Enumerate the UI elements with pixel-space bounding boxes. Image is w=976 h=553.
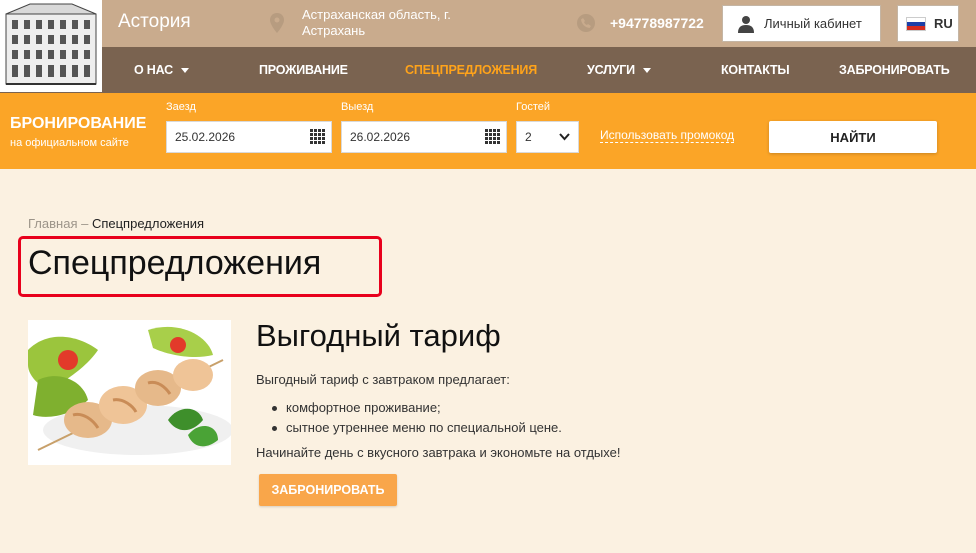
chevron-down-icon bbox=[559, 133, 570, 141]
list-item: комфортное проживание; bbox=[272, 398, 562, 418]
checkin-date-field[interactable]: 25.02.2026 bbox=[166, 121, 332, 153]
location-pin-icon bbox=[270, 13, 284, 33]
booking-bar: БРОНИРОВАНИЕ на официальном сайте Заезд … bbox=[0, 93, 976, 169]
offer-intro: Выгодный тариф с завтраком предлагает: bbox=[256, 372, 510, 387]
guests-select[interactable]: 2 bbox=[516, 121, 579, 153]
personal-cabinet-label: Личный кабинет bbox=[764, 16, 862, 31]
personal-cabinet-button[interactable]: Личный кабинет bbox=[722, 5, 881, 42]
nav-item-about[interactable]: О НАС bbox=[134, 47, 189, 93]
checkout-date-field[interactable]: 26.02.2026 bbox=[341, 121, 507, 153]
nav-item-contacts[interactable]: КОНТАКТЫ bbox=[721, 47, 790, 93]
offer-outro: Начинайте день с вкусного завтрака и эко… bbox=[256, 445, 621, 460]
list-item: сытное утреннее меню по специальной цене… bbox=[272, 418, 562, 438]
language-label: RU bbox=[934, 16, 953, 31]
breadcrumb-home-link[interactable]: Главная bbox=[28, 216, 77, 231]
main-nav: О НАС ПРОЖИВАНИЕ СПЕЦПРЕДЛОЖЕНИЯ УСЛУГИ … bbox=[0, 47, 976, 93]
offer-title: Выгодный тариф bbox=[256, 318, 501, 353]
find-button[interactable]: НАЙТИ bbox=[769, 121, 937, 153]
chevron-down-icon bbox=[180, 67, 189, 73]
offer-image bbox=[28, 320, 231, 465]
checkin-label: Заезд bbox=[166, 101, 196, 113]
calendar-icon[interactable] bbox=[310, 129, 325, 144]
chevron-down-icon bbox=[642, 67, 651, 73]
top-header: Астория Астраханская область, г. Астраха… bbox=[0, 0, 976, 92]
book-offer-button[interactable]: ЗАБРОНИРОВАТЬ bbox=[259, 474, 397, 506]
promo-code-link[interactable]: Использовать промокод bbox=[600, 128, 735, 143]
booking-subtitle: на официальном сайте bbox=[10, 137, 129, 149]
language-switcher[interactable]: RU bbox=[897, 5, 959, 42]
nav-item-accommodation[interactable]: ПРОЖИВАНИЕ bbox=[259, 47, 348, 93]
breadcrumb-separator: – bbox=[77, 216, 92, 231]
page-title: Спецпредложения bbox=[28, 244, 322, 282]
breadcrumb-current: Спецпредложения bbox=[91, 216, 205, 231]
breadcrumb: Главная – Спецпредложения bbox=[28, 216, 204, 231]
hotel-address: Астраханская область, г. Астрахань bbox=[302, 7, 451, 38]
offer-benefits-list: комфортное проживание; сытное утреннее м… bbox=[272, 398, 562, 438]
phone-number[interactable]: +94778987722 bbox=[610, 15, 704, 31]
hotel-name: Астория bbox=[118, 11, 191, 32]
checkout-label: Выезд bbox=[341, 101, 374, 113]
nav-item-services[interactable]: УСЛУГИ bbox=[587, 47, 651, 93]
hotel-logo[interactable] bbox=[0, 0, 102, 92]
calendar-icon[interactable] bbox=[485, 129, 500, 144]
booking-title: БРОНИРОВАНИЕ bbox=[10, 115, 147, 132]
guests-label: Гостей bbox=[516, 101, 551, 113]
phone-icon bbox=[577, 14, 595, 32]
user-icon bbox=[738, 15, 754, 33]
nav-item-book[interactable]: ЗАБРОНИРОВАТЬ bbox=[839, 47, 950, 93]
russian-flag-icon bbox=[906, 16, 926, 31]
nav-item-special-offers[interactable]: СПЕЦПРЕДЛОЖЕНИЯ bbox=[405, 47, 537, 93]
